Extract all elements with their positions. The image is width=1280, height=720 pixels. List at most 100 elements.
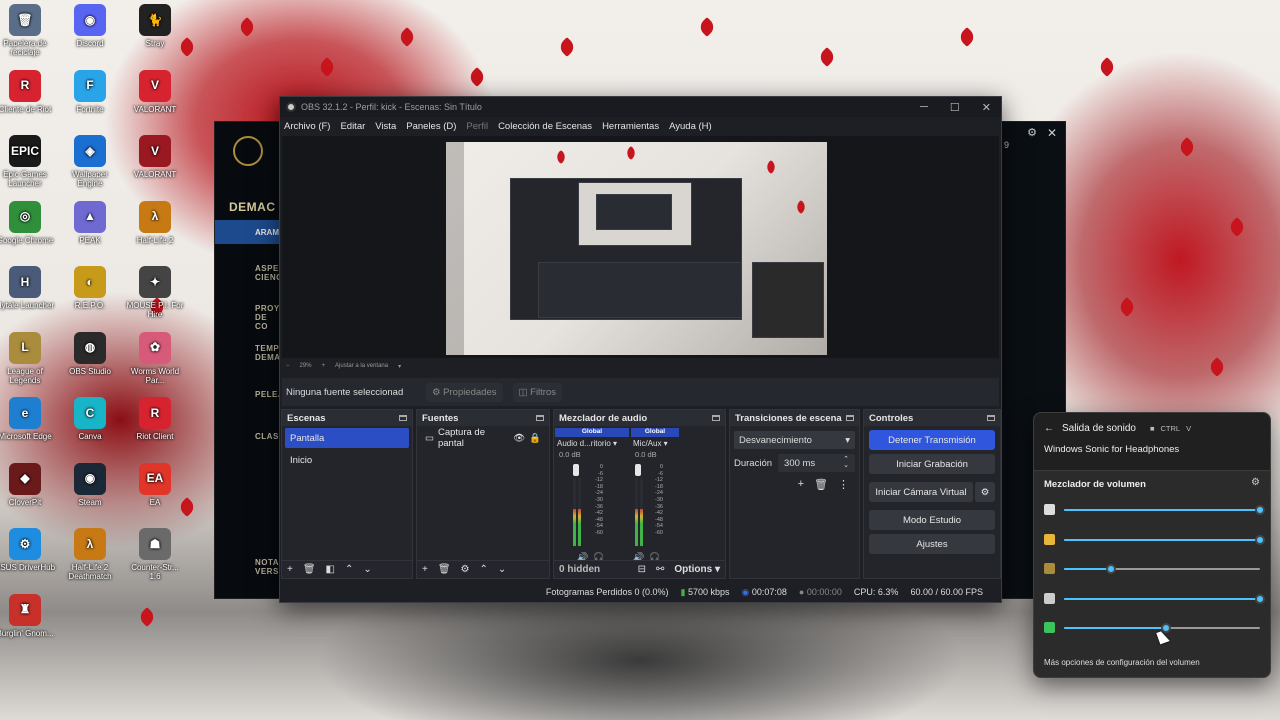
transition-select[interactable]: Desvanecimiento ▾ xyxy=(734,431,855,449)
chevron-down-icon[interactable]: ⌄ xyxy=(363,564,371,575)
menu-perfil[interactable]: Perfil xyxy=(466,121,488,132)
trash-icon[interactable]: 🗑 xyxy=(814,478,828,491)
close-icon[interactable]: ✕ xyxy=(982,101,991,114)
desktop-icon[interactable]: EPIC Epic Games Launcher xyxy=(0,135,55,188)
undock-icon[interactable] xyxy=(987,415,995,421)
fit-window[interactable]: Ajustar a la ventana xyxy=(335,363,388,369)
filters-button[interactable]: ◫ Filtros xyxy=(512,382,563,402)
chevron-up-icon[interactable]: ⌃ xyxy=(345,564,353,575)
trash-icon[interactable]: 🗑 xyxy=(303,564,316,575)
more-icon[interactable]: ⋮ xyxy=(838,478,849,491)
scene-item-inicio[interactable]: Inicio xyxy=(285,450,409,470)
start-virtual-camera-button[interactable]: Iniciar Cámara Virtual xyxy=(869,482,973,502)
link-icon[interactable]: ⚯ xyxy=(656,564,664,575)
chrome-icon[interactable] xyxy=(1044,533,1055,545)
chevron-down-icon[interactable]: ⌄ xyxy=(498,564,506,575)
volume-slider[interactable] xyxy=(1064,564,1260,574)
desktop-icon[interactable]: ◈ Wallpaper Engine xyxy=(60,135,120,188)
preview-canvas[interactable] xyxy=(282,136,999,358)
options-button[interactable]: Options ▾ xyxy=(674,564,720,575)
gear-icon[interactable]: ⚙ xyxy=(461,564,470,575)
zoom-level[interactable]: 29% xyxy=(300,363,312,369)
chevron-down-icon[interactable]: ▾ xyxy=(398,363,401,370)
obs-window[interactable]: OBS 32.1.2 - Perfil: kick - Escenas: Sin… xyxy=(279,96,1002,603)
desktop-icon[interactable]: L League of Legends xyxy=(0,331,55,385)
menu-paneles[interactable]: Paneles (D) xyxy=(406,121,456,132)
desktop-icon[interactable]: ◉ Discord xyxy=(60,4,120,48)
menu-ayuda[interactable]: Ayuda (H) xyxy=(669,121,712,132)
menu-herramientas[interactable]: Herramientas xyxy=(602,121,659,132)
volume-slider[interactable] xyxy=(1064,505,1265,515)
close-icon[interactable]: ✕ xyxy=(1047,126,1057,140)
add-icon[interactable]: + xyxy=(287,564,293,575)
channel-name[interactable]: Audio d...ritorio ▾ xyxy=(555,437,629,450)
output-device[interactable]: Windows Sonic for Headphones xyxy=(1044,444,1260,455)
lock-icon[interactable]: 🔒 xyxy=(529,433,541,444)
undock-icon[interactable] xyxy=(846,415,854,421)
duration-input[interactable]: 300 ms ⌃ ⌄ xyxy=(778,454,855,472)
desktop-icon[interactable]: 🗑 Papelera de reciclaje xyxy=(0,4,55,57)
layout-icon[interactable]: ⊟ xyxy=(638,564,646,575)
start-recording-button[interactable]: Iniciar Grabación xyxy=(869,454,995,474)
lol-item-7[interactable]: NOTA VERS xyxy=(255,558,279,576)
minimize-icon[interactable]: ─ xyxy=(920,101,928,114)
system-icon[interactable] xyxy=(1044,504,1055,515)
desktop-icon[interactable]: ✦ MOUSE P.I. For Hire xyxy=(125,266,185,319)
desktop-icon[interactable]: ✿ Worms World Par... xyxy=(125,331,185,385)
stepper-icon[interactable]: ⌃ ⌄ xyxy=(843,456,849,469)
desktop-icon[interactable]: 🐈 Stray xyxy=(125,4,185,48)
menu-vista[interactable]: Vista xyxy=(375,121,396,132)
menu-editar[interactable]: Editar xyxy=(340,121,365,132)
undock-icon[interactable] xyxy=(712,415,720,421)
volume-thumb[interactable] xyxy=(1255,534,1265,545)
desktop-icon[interactable]: λ Half-Life 2 xyxy=(125,200,185,245)
desktop-icon[interactable]: V VALORANT xyxy=(125,135,185,179)
trash-icon[interactable]: 🗑 xyxy=(438,564,451,575)
add-icon[interactable]: + xyxy=(422,564,428,575)
desktop-icon[interactable]: V VALORANT xyxy=(125,69,185,114)
volume-fader[interactable] xyxy=(635,464,641,476)
desktop-icon[interactable]: F Fortnite xyxy=(60,69,120,114)
undock-icon[interactable] xyxy=(536,415,544,421)
volume-slider[interactable] xyxy=(1064,623,1260,633)
filter-icon[interactable]: ◧ xyxy=(326,564,335,575)
lol-item-4[interactable]: TEMP DEMA xyxy=(255,344,279,362)
gear-icon[interactable]: ⚙ xyxy=(1027,126,1037,139)
virtual-camera-settings-icon[interactable]: ⚙ xyxy=(975,482,995,502)
desktop-icon[interactable]: R Riot Client xyxy=(125,397,185,441)
obs-titlebar[interactable]: OBS 32.1.2 - Perfil: kick - Escenas: Sin… xyxy=(280,97,1001,117)
maximize-icon[interactable]: ☐ xyxy=(950,101,960,114)
menu-coleccion[interactable]: Colección de Escenas xyxy=(498,121,592,132)
volume-thumb[interactable] xyxy=(1255,593,1265,604)
desktop-icon[interactable]: ◍ OBS Studio xyxy=(60,331,120,376)
app-icon[interactable] xyxy=(1044,622,1055,633)
volume-thumb[interactable] xyxy=(1255,505,1265,515)
more-volume-settings-link[interactable]: Más opciones de configuración del volume… xyxy=(1044,658,1200,667)
lol-item-2[interactable]: ASPE CIENC xyxy=(255,264,279,282)
zoom-out-icon[interactable]: − xyxy=(286,363,290,369)
desktop-icon[interactable]: ▲ PEAK xyxy=(60,200,120,245)
volume-thumb[interactable] xyxy=(1106,564,1117,574)
stop-stream-button[interactable]: Detener Transmisión xyxy=(869,430,995,450)
lol-play-label[interactable]: DEMAC xyxy=(229,200,276,214)
properties-button[interactable]: ⚙ Propiedades xyxy=(426,382,503,402)
desktop-icon[interactable]: H Hytale Launcher xyxy=(0,266,55,310)
lol-item-5[interactable]: PELEA xyxy=(255,390,279,399)
source-item[interactable]: ▭ Captura de pantal 👁 🔒 xyxy=(420,427,546,449)
settings-button[interactable]: Ajustes xyxy=(869,534,995,554)
scene-item-pantalla[interactable]: Pantalla xyxy=(285,428,409,448)
desktop-icon[interactable]: ⚙ ASUS DriverHub xyxy=(0,528,55,572)
lol-aram-tab[interactable]: ARAM xyxy=(215,220,281,244)
desktop-icon[interactable]: ♜ Burglin' Gnom... xyxy=(0,593,55,638)
undock-icon[interactable] xyxy=(399,415,407,421)
desktop-icon[interactable]: ☗ Counter-Str... 1.6 xyxy=(125,528,185,581)
channel-name[interactable]: Mic/Aux ▾ xyxy=(631,437,679,450)
desktop-icon[interactable]: λ Half-Life 2 Deathmatch xyxy=(60,528,120,581)
desktop-icon[interactable]: ◉ Steam xyxy=(60,462,120,507)
zoom-in-icon[interactable]: + xyxy=(322,363,326,369)
obs-icon[interactable] xyxy=(1044,592,1055,604)
back-arrow-icon[interactable]: ← xyxy=(1044,423,1054,434)
desktop-icon[interactable]: C Canva xyxy=(60,397,120,441)
hidden-count[interactable]: 0 hidden xyxy=(559,564,600,575)
volume-fader[interactable] xyxy=(573,464,579,476)
